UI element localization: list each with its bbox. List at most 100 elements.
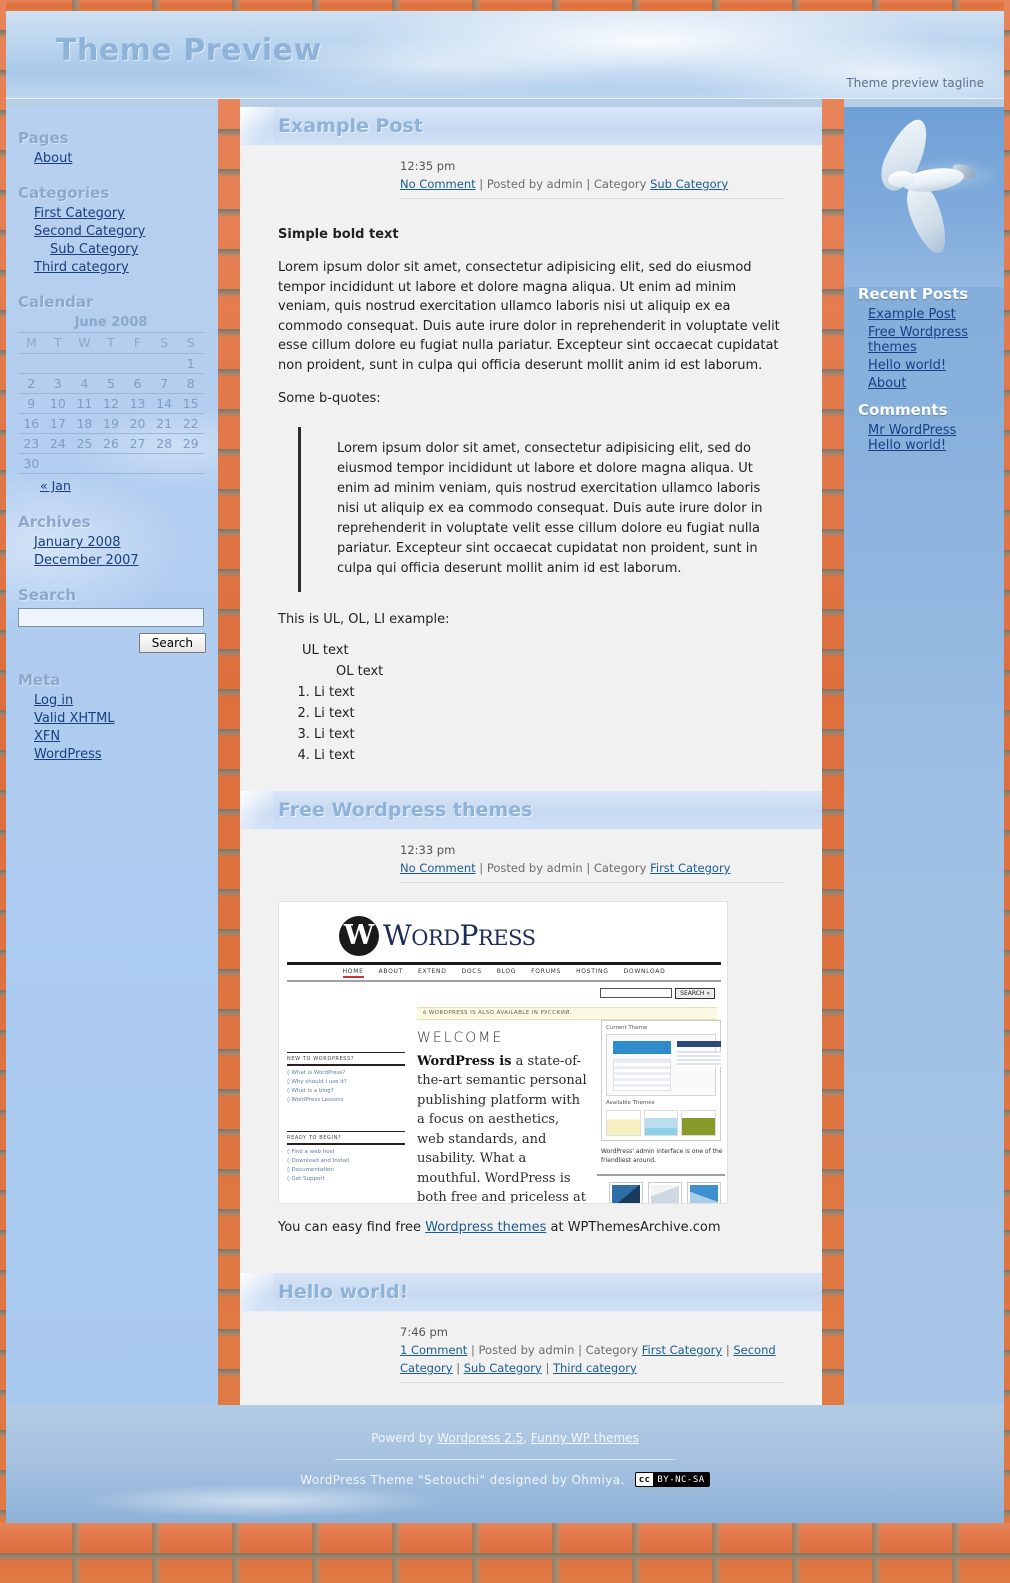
wps-available-theme-thumbs [606,1109,717,1136]
post-quote-intro: Some b-quotes: [278,391,381,407]
sidebar-link-second-category[interactable]: Second Category [34,224,145,239]
recent-post-link-about[interactable]: About [868,376,906,391]
search-input[interactable] [18,608,204,627]
post-comments-link[interactable]: 1 Comment [400,1343,467,1357]
site-title[interactable]: Theme Preview [56,33,322,68]
wps-welcome-heading: WELCOME [417,1029,504,1046]
creative-commons-badge-icon[interactable]: cc BY-NC-SA [634,1472,710,1487]
post-example-post: Example Post 12:35 pm No Comment | Poste… [240,107,822,791]
recent-post-link-hello-world[interactable]: Hello world! [868,358,946,373]
main-content: Example Post 12:35 pm No Comment | Poste… [240,107,822,1405]
list-item: ◊ WordPress Lessons [287,1096,344,1103]
calendar-day [44,353,72,374]
archive-link-december-2007[interactable]: December 2007 [34,553,139,568]
wps-nav: HOME ABOUT EXTEND DOCS BLOG FORUMS HOSTI… [279,967,727,978]
meta-separator: | [586,860,591,875]
sidebar-link-about[interactable]: About [34,151,72,166]
recent-post-link-example-post[interactable]: Example Post [868,307,956,322]
calendar-day: 26 [97,433,125,454]
calendar-prev-link[interactable]: « Jan [40,478,71,493]
list-item: Li text [314,685,784,700]
archives-list: January 2008 December 2007 [16,535,208,568]
footer-link-funny-wp-themes[interactable]: Funny WP themes [531,1431,639,1445]
post-title[interactable]: Free Wordpress themes [278,799,822,821]
wordpress-logo: W WORDPRESS [339,915,536,956]
footer-link-wordpress-version[interactable]: Wordpress 2.5 [437,1431,523,1445]
post-hello-world: Hello world! 7:46 pm 1 Comment | Posted … [240,1273,822,1405]
list-item: UL text [302,643,349,659]
calendar-week-row: 1 [18,353,204,374]
comment-author-link[interactable]: Mr WordPress [868,423,956,438]
calendar-day: 11 [71,393,98,414]
post-category-label: Category [585,1343,639,1358]
wps-body-column: WordPress is a state-of-the-art semantic… [417,1052,587,1203]
caption-link-wordpress-themes[interactable]: Wordpress themes [425,1220,546,1235]
widget-search: Search Search [16,586,208,653]
sidebar-link-sub-category[interactable]: Sub Category [50,242,138,257]
calendar-week-row: 16 17 18 19 20 21 22 [18,413,204,434]
calendar-nav-row: « Jan [18,474,204,496]
post-category-link[interactable]: Sub Category [650,177,728,191]
brick-border-right [1004,0,1010,1583]
wps-divider [597,1173,725,1176]
calendar-weekday-row: M T W T F S S [18,333,204,354]
brick-border-bottom [0,1523,1010,1583]
wps-list-ready: ◊ Find a web host ◊ Download and Install… [287,1149,405,1182]
post-nested-list: OL text [336,664,784,679]
post-title[interactable]: Example Post [278,115,822,137]
post-category-link-sub[interactable]: Sub Category [464,1361,542,1375]
calendar-day: 13 [124,393,151,414]
calendar-prev-cell: « Jan [18,474,204,496]
post-category-link-third[interactable]: Third category [553,1361,637,1375]
sidebar-link-first-category[interactable]: First Category [34,206,125,221]
calendar-week-row: 2 3 4 5 6 7 8 [18,373,204,394]
calendar-day: 24 [44,433,72,454]
post-category-link-first[interactable]: First Category [642,1343,722,1357]
calendar-week-row: 9 10 11 12 13 14 15 [18,393,204,414]
post-category-link[interactable]: First Category [650,861,730,875]
post-title-bar: Free Wordpress themes [240,791,822,831]
meta-link-xfn[interactable]: XFN [34,729,60,744]
post-category-label: Category [593,176,647,191]
calendar-day [71,353,98,374]
post-comments-link[interactable]: No Comment [400,177,476,191]
recent-post-link-free-wordpress-themes[interactable]: Free Wordpress themes [868,325,968,355]
list-item: Sub Category [50,242,208,257]
comment-post-link[interactable]: Hello world! [868,438,946,453]
post-list-intro: This is UL, OL, LI example: [278,611,450,627]
sidebar-left: Pages About Categories First Category Se… [6,107,218,1405]
wps-nav-about: ABOUT [378,967,403,975]
wps-theme-panel: Current Theme Available Themes [601,1019,721,1141]
meta-link-valid-xhtml[interactable]: Valid XHTML [34,711,115,726]
sidebar-link-third-category[interactable]: Third category [34,260,129,275]
post-paragraph: Lorem ipsum dolor sit amet, consectetur … [278,260,780,373]
post-meta: 12:33 pm No Comment | Posted by admin | … [400,842,784,883]
site-footer: Powerd by Wordpress 2.5, Funny WP themes… [6,1405,1004,1523]
post-author: Posted by admin [486,176,583,191]
post-meta: 7:46 pm 1 Comment | Posted by admin | Ca… [400,1324,784,1383]
post-body: W WORDPRESS HOME ABOUT EXTEND DOCS BLOG … [240,883,822,1274]
search-button[interactable]: Search [138,633,206,653]
wps-thumb [609,1181,643,1203]
meta-link-wordpress[interactable]: WordPress [34,747,102,762]
calendar-day [177,453,204,474]
wps-preview-text [677,1050,721,1067]
calendar-day: 9 [18,393,45,414]
list-item: Log in [34,693,208,708]
post-comments-link[interactable]: No Comment [400,861,476,875]
wps-left-column: NEW TO WORDPRESS? ◊ What is WordPress? ◊… [287,1051,405,1185]
footer-credit-line: WordPress Theme "Setouchi" designed by O… [6,1472,1004,1487]
calendar-day: 10 [44,393,72,414]
archive-link-january-2008[interactable]: January 2008 [34,535,121,550]
calendar-day: 8 [177,373,204,394]
post-author: Posted by admin [486,860,583,875]
wps-nav-hosting: HOSTING [576,967,609,975]
meta-list: Log in Valid XHTML XFN WordPress [16,693,208,762]
list-item: December 2007 [34,553,208,568]
meta-link-login[interactable]: Log in [34,693,73,708]
list-item: ◊ What is WordPress? [287,1069,346,1076]
post-title[interactable]: Hello world! [278,1281,822,1303]
wps-sidehead-ready: READY TO BEGIN? [287,1130,405,1145]
wps-theme-preview [606,1033,721,1096]
wps-admin-caption: WordPress' admin interface is one of the… [601,1147,723,1164]
